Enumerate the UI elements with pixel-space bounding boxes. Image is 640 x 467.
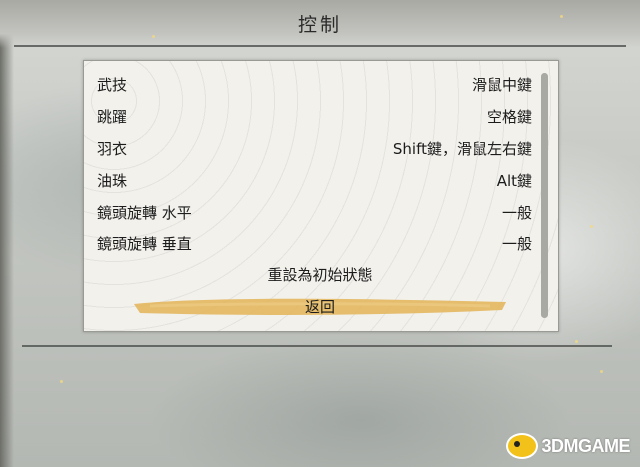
frame-bottom-line: [22, 345, 612, 347]
setting-row-camera-vertical[interactable]: 鏡頭旋轉 垂直 一般: [97, 231, 532, 255]
setting-row-camera-horizontal[interactable]: 鏡頭旋轉 水平 一般: [97, 200, 532, 224]
scrollbar-track[interactable]: [541, 73, 548, 318]
setting-label: 武技: [97, 76, 128, 94]
setting-label: 油珠: [97, 172, 128, 190]
setting-row-jump[interactable]: 跳躍 空格鍵: [97, 104, 532, 128]
setting-row-oil-bead[interactable]: 油珠 Alt鍵: [97, 168, 532, 192]
spark-particle: [575, 340, 578, 343]
spark-particle: [152, 35, 155, 38]
spark-particle: [590, 225, 593, 228]
setting-label: 跳躍: [97, 108, 128, 126]
setting-value[interactable]: 空格鍵: [487, 106, 532, 127]
setting-label: 鏡頭旋轉 垂直: [97, 235, 192, 253]
spark-particle: [560, 15, 563, 18]
reset-defaults-button[interactable]: 重設為初始狀態: [83, 264, 557, 285]
watermark-logo-icon: [506, 433, 539, 459]
setting-value[interactable]: Alt鍵: [497, 170, 532, 191]
controls-panel: [83, 60, 559, 332]
setting-value[interactable]: Shift鍵，滑鼠左右鍵: [393, 138, 532, 159]
back-button[interactable]: 返回: [83, 296, 557, 317]
left-edge-shadow: [0, 0, 14, 467]
setting-value[interactable]: 一般: [502, 202, 532, 223]
scrollbar-thumb[interactable]: [541, 73, 548, 318]
setting-value[interactable]: 一般: [502, 233, 532, 254]
setting-row-martial-skill[interactable]: 武技 滑鼠中鍵: [97, 72, 532, 96]
frame-top-line: [14, 45, 626, 47]
page-title: 控制: [297, 14, 342, 36]
setting-value[interactable]: 滑鼠中鍵: [472, 74, 532, 95]
setting-label: 鏡頭旋轉 水平: [97, 204, 192, 222]
setting-label: 羽衣: [97, 140, 128, 158]
watermark: 3DMGAME: [506, 433, 630, 459]
watermark-text: 3DMGAME: [541, 435, 630, 456]
spark-particle: [600, 370, 603, 373]
setting-row-feather-robe[interactable]: 羽衣 Shift鍵，滑鼠左右鍵: [97, 136, 532, 160]
spark-particle: [60, 380, 63, 383]
